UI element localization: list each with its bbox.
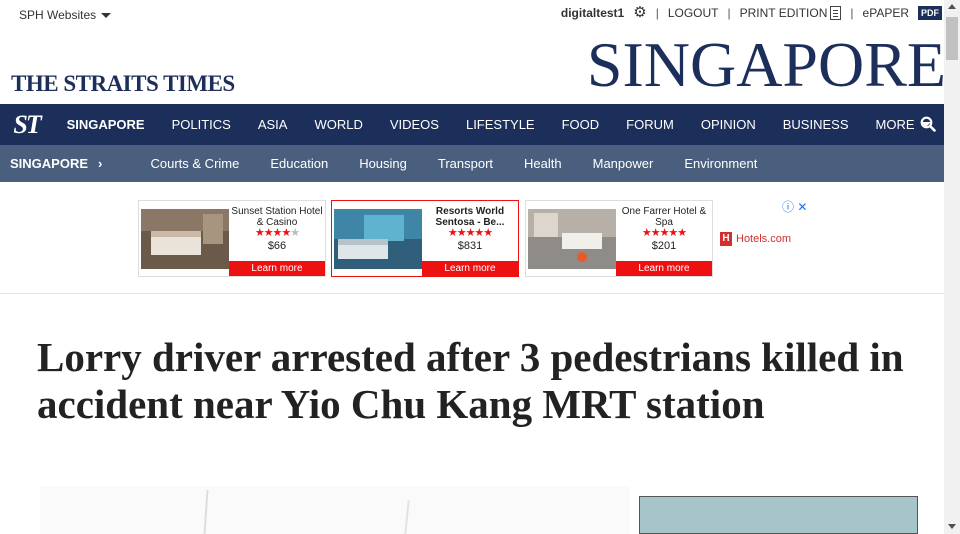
main-nav: ST SINGAPORE POLITICS ASIA WORLD VIDEOS …	[0, 104, 944, 145]
hotel-info: Resorts World Sentosa - Be... ★★★★★ $831	[422, 206, 518, 252]
advertiser-name: Hotels.com	[736, 233, 792, 245]
epaper-link[interactable]: ePAPER	[863, 6, 909, 20]
learn-more-button[interactable]: Learn more	[229, 261, 325, 276]
hotels-icon: H	[720, 232, 732, 246]
ad-banner: Sunset Station Hotel & Casino ★★★★★ $66 …	[0, 183, 944, 294]
sub-nav: SINGAPORE › Courts & Crime Education Hou…	[0, 145, 944, 182]
sph-websites-label: SPH Websites	[19, 8, 97, 22]
subnav-item-courts-crime[interactable]: Courts & Crime	[135, 156, 255, 171]
hotel-name: Resorts World Sentosa - Be...	[435, 206, 505, 228]
subnav-item-environment[interactable]: Environment	[669, 156, 773, 171]
hotel-ad-card[interactable]: Resorts World Sentosa - Be... ★★★★★ $831…	[331, 200, 519, 277]
hotel-price: $201	[651, 240, 677, 252]
hotel-photo	[528, 209, 616, 269]
logout-link[interactable]: LOGOUT	[668, 6, 719, 20]
nav-item-food[interactable]: FOOD	[548, 104, 613, 145]
subnav-item-transport[interactable]: Transport	[422, 156, 508, 171]
nav-item-singapore[interactable]: SINGAPORE	[53, 104, 158, 145]
nav-item-politics[interactable]: POLITICS	[158, 104, 244, 145]
scrollbar[interactable]	[944, 0, 960, 534]
subnav-item-education[interactable]: Education	[255, 156, 344, 171]
nav-more-label: MORE	[875, 117, 915, 132]
nav-item-forum[interactable]: FORUM	[613, 104, 688, 145]
subnav-item-housing[interactable]: Housing	[344, 156, 423, 171]
nav-item-world[interactable]: WORLD	[301, 104, 376, 145]
nav-item-videos[interactable]: VIDEOS	[376, 104, 452, 145]
separator: |	[655, 6, 659, 20]
scroll-down-icon[interactable]	[948, 524, 956, 529]
scrollbar-thumb[interactable]	[946, 17, 958, 60]
nav-item-lifestyle[interactable]: LIFESTYLE	[452, 104, 548, 145]
print-edition-label: PRINT EDITION	[739, 6, 828, 20]
utility-bar: SPH Websites digitaltest1 ⚙ | LOGOUT | P…	[0, 0, 944, 30]
hotel-ad-card[interactable]: One Farrer Hotel & Spa ★★★★★ $201 Learn …	[525, 200, 713, 277]
scroll-up-icon[interactable]	[948, 4, 956, 9]
sph-websites-dropdown[interactable]: SPH Websites	[19, 8, 112, 22]
separator: |	[850, 6, 854, 20]
subnav-item-manpower[interactable]: Manpower	[577, 156, 669, 171]
adchoices-icon[interactable]: ⓘ ✕	[782, 198, 807, 215]
print-edition-link[interactable]: PRINT EDITION	[740, 6, 842, 20]
nav-item-asia[interactable]: ASIA	[244, 104, 301, 145]
chevron-right-icon: ›	[98, 156, 103, 171]
st-logo[interactable]: ST	[0, 104, 53, 145]
hotel-price: $831	[457, 240, 483, 252]
username[interactable]: digitaltest1	[561, 6, 624, 20]
hotel-name: Sunset Station Hotel & Casino	[231, 206, 323, 228]
section-title: SINGAPORE	[586, 29, 946, 100]
hotel-info: One Farrer Hotel & Spa ★★★★★ $201	[616, 206, 712, 252]
learn-more-button[interactable]: Learn more	[422, 261, 518, 276]
separator: |	[727, 6, 731, 20]
account-links: digitaltest1 ⚙ | LOGOUT | PRINT EDITION …	[561, 5, 942, 20]
article-headline: Lorry driver arrested after 3 pedestrian…	[37, 334, 904, 427]
hotel-photo	[141, 209, 229, 269]
article-image	[40, 486, 630, 534]
learn-more-button[interactable]: Learn more	[616, 261, 712, 276]
subnav-title[interactable]: SINGAPORE	[0, 156, 98, 171]
hotel-photo	[334, 209, 422, 269]
hotel-ad-card[interactable]: Sunset Station Hotel & Casino ★★★★★ $66 …	[138, 200, 326, 277]
caret-down-icon	[101, 12, 112, 18]
nav-item-business[interactable]: BUSINESS	[769, 104, 862, 145]
site-logo[interactable]: THE STRAITS TIMES	[11, 71, 235, 97]
star-rating: ★★★★★	[641, 227, 687, 239]
hotel-name: One Farrer Hotel & Spa	[621, 206, 707, 228]
star-rating: ★★★★★	[447, 227, 493, 239]
gear-icon[interactable]: ⚙	[633, 5, 646, 20]
star-rating: ★★★★★	[254, 227, 300, 239]
nav-item-opinion[interactable]: OPINION	[687, 104, 769, 145]
hotel-price: $66	[267, 240, 287, 252]
search-icon[interactable]	[920, 116, 936, 132]
advertiser-logo[interactable]: H Hotels.com	[720, 232, 791, 246]
hotel-info: Sunset Station Hotel & Casino ★★★★★ $66	[229, 206, 325, 252]
document-icon	[830, 6, 842, 20]
subnav-item-health[interactable]: Health	[509, 156, 578, 171]
pdf-badge[interactable]: PDF	[918, 6, 942, 20]
sidebar-image[interactable]	[639, 496, 918, 534]
